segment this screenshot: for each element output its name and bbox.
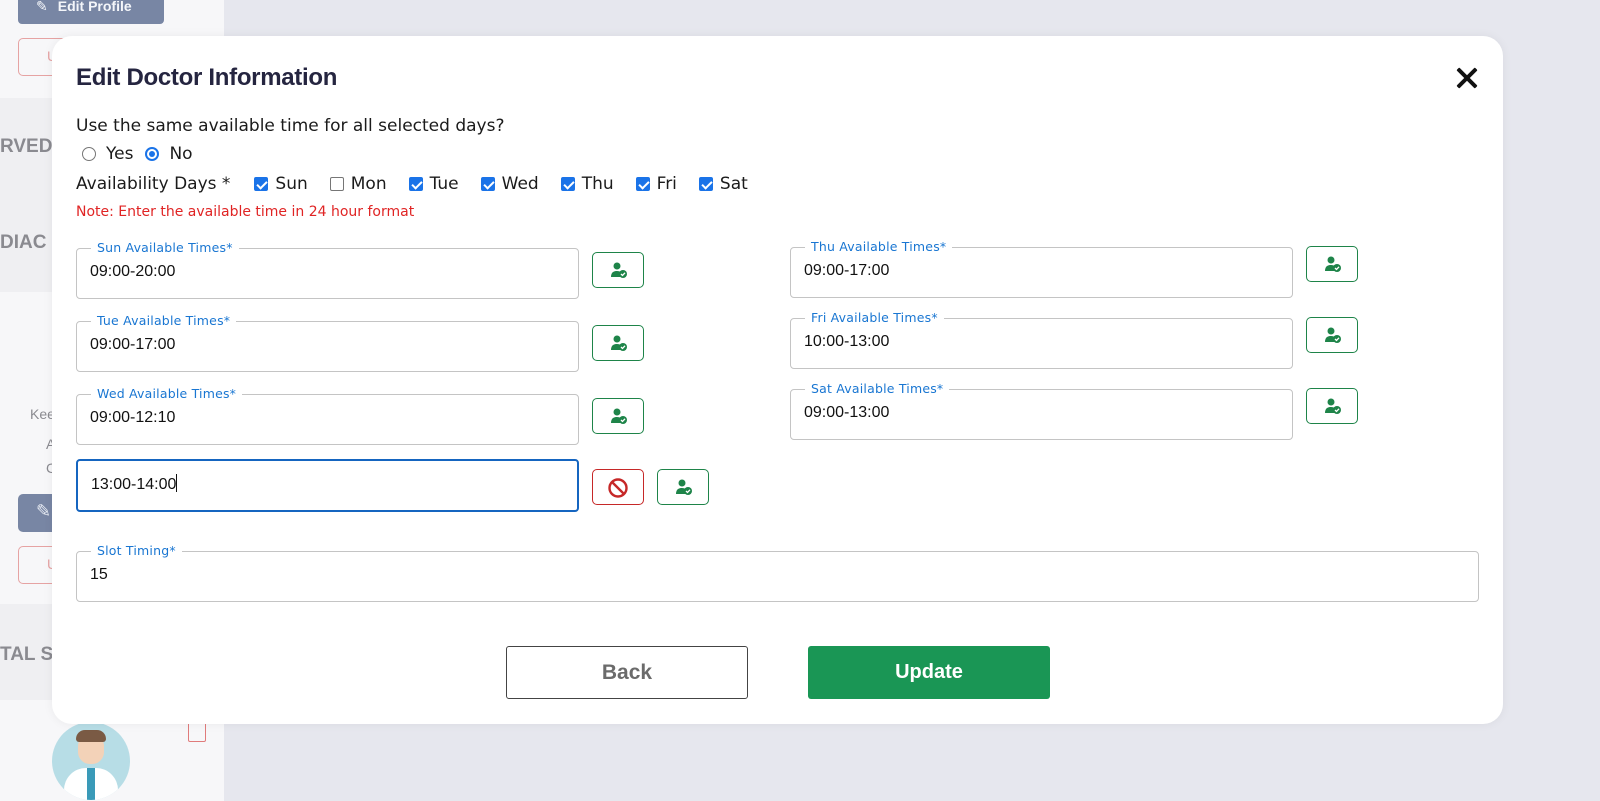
- day-sat[interactable]: Sat: [698, 174, 748, 194]
- radio-yes[interactable]: [82, 147, 96, 161]
- day-fri[interactable]: Fri: [635, 174, 677, 194]
- wed-times-field[interactable]: Wed Available Times* 09:00-12:10: [76, 386, 579, 445]
- users-check-icon: [611, 335, 627, 351]
- background-text: RVED: [0, 136, 53, 157]
- pencil-icon: ✎: [36, 501, 52, 522]
- users-check-icon: [1325, 327, 1341, 343]
- day-wed[interactable]: Wed: [480, 174, 539, 194]
- same-time-radio-group: Yes No: [82, 144, 205, 164]
- field-value: 13:00-14:00: [91, 476, 177, 493]
- add-slot-button[interactable]: [1306, 246, 1358, 282]
- fri-times-field[interactable]: Fri Available Times* 10:00-13:00: [790, 310, 1293, 369]
- time-format-note: Note: Enter the available time in 24 hou…: [76, 204, 415, 220]
- radio-no[interactable]: [145, 147, 160, 161]
- radio-no-label: No: [169, 144, 193, 164]
- add-slot-button[interactable]: [592, 398, 644, 434]
- tue-times-field[interactable]: Tue Available Times* 09:00-17:00: [76, 313, 579, 372]
- day-checkbox[interactable]: [254, 177, 269, 191]
- day-label: Sun: [275, 174, 308, 194]
- day-checkbox[interactable]: [480, 177, 495, 191]
- field-label: Fri Available Times*: [805, 310, 944, 325]
- day-label: Sat: [719, 174, 748, 194]
- availability-days: Availability Days * Sun Mon Tue Wed Thu …: [76, 174, 770, 194]
- modal-title: Edit Doctor Information: [76, 64, 338, 91]
- field-value: 10:00-13:00: [804, 333, 890, 350]
- day-tue[interactable]: Tue: [408, 174, 459, 194]
- field-label: Thu Available Times*: [805, 239, 953, 254]
- day-mon[interactable]: Mon: [329, 174, 387, 194]
- sun-times-field[interactable]: Sun Available Times* 09:00-20:00: [76, 240, 579, 299]
- field-value: 09:00-20:00: [90, 263, 176, 280]
- users-check-icon: [1325, 256, 1341, 272]
- background-text: TAL S: [0, 644, 54, 665]
- field-label: Slot Timing*: [91, 543, 182, 558]
- day-label: Tue: [429, 174, 459, 194]
- users-check-icon: [676, 479, 692, 495]
- field-value: 09:00-12:10: [90, 409, 176, 426]
- day-checkbox[interactable]: [329, 177, 344, 191]
- availability-days-label: Availability Days *: [76, 174, 231, 194]
- day-label: Fri: [656, 174, 677, 194]
- edit-profile-button[interactable]: ✎ Edit Profile: [18, 0, 164, 24]
- field-value: 09:00-13:00: [804, 404, 890, 421]
- add-slot-button[interactable]: [1306, 388, 1358, 424]
- day-thu[interactable]: Thu: [560, 174, 614, 194]
- thu-times-field[interactable]: Thu Available Times* 09:00-17:00: [790, 239, 1293, 298]
- add-slot-button[interactable]: [657, 469, 709, 505]
- field-label: Wed Available Times*: [91, 386, 243, 401]
- day-checkbox[interactable]: [560, 177, 575, 191]
- trash-icon[interactable]: [188, 722, 206, 742]
- sat-times-field[interactable]: Sat Available Times* 09:00-13:00: [790, 381, 1293, 440]
- doctor-avatar: [52, 722, 130, 800]
- users-check-icon: [1325, 398, 1341, 414]
- field-value: 15: [90, 566, 108, 583]
- edit-doctor-modal: Edit Doctor Information Use the same ava…: [52, 36, 1503, 724]
- slot-timing-field[interactable]: Slot Timing* 15: [76, 543, 1479, 602]
- field-value: 09:00-17:00: [804, 262, 890, 279]
- users-check-icon: [611, 262, 627, 278]
- same-time-question: Use the same available time for all sele…: [76, 116, 505, 136]
- day-checkbox[interactable]: [408, 177, 423, 191]
- users-check-icon: [611, 408, 627, 424]
- remove-slot-button[interactable]: [592, 469, 644, 505]
- ban-icon: [608, 478, 628, 498]
- day-label: Mon: [350, 174, 387, 194]
- field-label: Tue Available Times*: [91, 313, 237, 328]
- field-value: 09:00-17:00: [90, 336, 176, 353]
- pencil-icon: ✎: [36, 0, 48, 14]
- add-slot-button[interactable]: [592, 252, 644, 288]
- add-slot-button[interactable]: [1306, 317, 1358, 353]
- add-slot-button[interactable]: [592, 325, 644, 361]
- text-caret: [176, 474, 178, 492]
- radio-yes-label: Yes: [106, 144, 134, 164]
- day-sun[interactable]: Sun: [254, 174, 308, 194]
- day-label: Thu: [581, 174, 614, 194]
- back-button[interactable]: Back: [506, 646, 748, 699]
- background-text: DIAC: [0, 232, 47, 253]
- day-label: Wed: [501, 174, 539, 194]
- day-checkbox[interactable]: [698, 177, 713, 191]
- update-button[interactable]: Update: [808, 646, 1050, 699]
- field-label: Sun Available Times*: [91, 240, 239, 255]
- day-checkbox[interactable]: [635, 177, 650, 191]
- close-icon[interactable]: [1451, 62, 1483, 94]
- wed-extra-times-input[interactable]: 13:00-14:00: [76, 459, 579, 512]
- field-label: Sat Available Times*: [805, 381, 950, 396]
